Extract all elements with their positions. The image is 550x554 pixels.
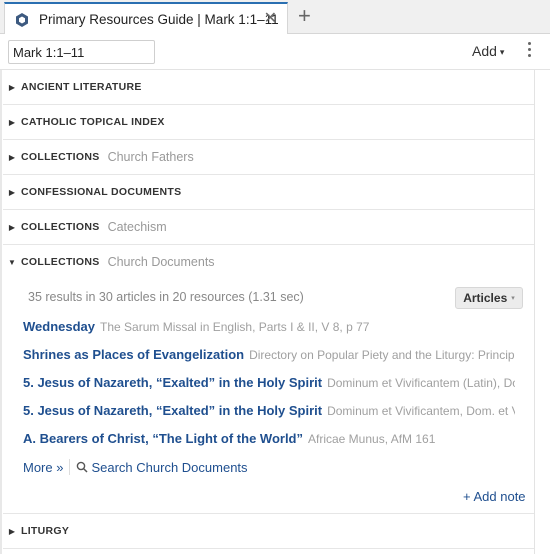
tab-primary-resources-guide[interactable]: Primary Resources Guide | Mark 1:1–11 ✕ <box>4 2 288 35</box>
section-header[interactable]: ▶ CATHOLIC TOPICAL INDEX <box>3 105 534 139</box>
result-title-link[interactable]: A. Bearers of Christ, “The Light of the … <box>23 431 303 446</box>
caret-down-icon: ▼ <box>8 257 16 267</box>
section-header[interactable]: ▶ COLLECTIONS Catechism <box>3 210 534 244</box>
caret-right-icon: ▶ <box>8 526 16 536</box>
caret-right-icon: ▶ <box>8 82 16 92</box>
divider <box>69 459 71 475</box>
section-header[interactable]: ▶ ANCIENT LITERATURE <box>3 70 534 104</box>
result-title-link[interactable]: 5. Jesus of Nazareth, “Exalted” in the H… <box>23 403 322 418</box>
section-title: LITURGY <box>21 525 70 537</box>
new-tab-icon[interactable]: + <box>298 4 311 28</box>
section-liturgy: ▶ LITURGY <box>3 514 534 549</box>
section-header[interactable]: ▶ LITURGY <box>3 514 534 548</box>
result-row: Shrines as Places of Evangelization Direc… <box>23 347 515 362</box>
guide-icon <box>13 11 31 29</box>
more-options-icon[interactable] <box>524 42 534 62</box>
section-subtitle: Church Documents <box>107 255 215 269</box>
section-title: COLLECTIONS <box>21 151 100 163</box>
caret-right-icon: ▶ <box>8 187 16 197</box>
add-note-link[interactable]: + Add note <box>463 489 526 504</box>
result-row: Wednesday The Sarum Missal in English, Pa… <box>23 319 515 334</box>
search-church-documents-link[interactable]: Search Church Documents <box>76 459 248 475</box>
section-title: CATHOLIC TOPICAL INDEX <box>21 116 165 128</box>
caret-right-icon: ▶ <box>8 117 16 127</box>
result-source: The Sarum Missal in English, Parts I & I… <box>100 320 370 334</box>
tab-title: Primary Resources Guide | Mark 1:1–11 <box>39 12 279 27</box>
result-title-link[interactable]: Shrines as Places of Evangelization <box>23 347 244 362</box>
panel-toolbar: Add▾ <box>0 34 550 70</box>
chevron-down-icon: ▾ <box>499 47 505 57</box>
section-catholic-topical-index: ▶ CATHOLIC TOPICAL INDEX <box>3 105 534 140</box>
result-source: Africae Munus, AfM 161 <box>308 432 436 446</box>
more-link[interactable]: More » <box>23 460 63 475</box>
section-header[interactable]: ▶ CONFESSIONAL DOCUMENTS <box>3 175 534 209</box>
results-summary: 35 results in 30 articles in 20 resource… <box>28 290 304 304</box>
caret-right-icon: ▶ <box>8 152 16 162</box>
section-title: COLLECTIONS <box>21 256 100 268</box>
section-title: ANCIENT LITERATURE <box>21 81 142 93</box>
panel-left-edge <box>0 70 2 554</box>
panel-right-edge <box>534 70 535 554</box>
result-title-link[interactable]: 5. Jesus of Nazareth, “Exalted” in the H… <box>23 375 322 390</box>
section-title: COLLECTIONS <box>21 221 100 233</box>
tab-bar: Primary Resources Guide | Mark 1:1–11 ✕ … <box>0 0 550 35</box>
chevron-down-icon: ▾ <box>511 295 515 302</box>
section-title: CONFESSIONAL DOCUMENTS <box>21 186 182 198</box>
articles-dropdown[interactable]: Articles ▾ <box>455 287 523 309</box>
more-row: More » Search Church Documents <box>23 459 248 475</box>
section-header[interactable]: ▼ COLLECTIONS Church Documents <box>3 245 534 279</box>
section-confessional-documents: ▶ CONFESSIONAL DOCUMENTS <box>3 175 534 210</box>
search-icon <box>77 461 88 473</box>
section-ancient-literature: ▶ ANCIENT LITERATURE <box>3 70 534 105</box>
section-header[interactable]: ▶ COLLECTIONS Church Fathers <box>3 140 534 174</box>
result-source: Dominum et Vivificantem (Latin), Dom. <box>327 376 515 390</box>
section-collections-catechism: ▶ COLLECTIONS Catechism <box>3 210 534 245</box>
close-icon[interactable]: ✕ <box>264 9 277 29</box>
add-label: Add <box>472 43 497 59</box>
reference-input[interactable] <box>8 40 155 64</box>
search-link-label: Search Church Documents <box>91 459 248 475</box>
section-collections-church-fathers: ▶ COLLECTIONS Church Fathers <box>3 140 534 175</box>
section-subtitle: Church Fathers <box>107 150 194 164</box>
caret-right-icon: ▶ <box>8 222 16 232</box>
result-row: A. Bearers of Christ, “The Light of the … <box>23 431 515 446</box>
section-subtitle: Catechism <box>107 220 167 234</box>
result-source: Directory on Popular Piety and the Litur… <box>249 348 515 362</box>
result-source: Dominum et Vivificantem, Dom. et Viv. 1 <box>327 404 515 418</box>
add-button[interactable]: Add ▾ <box>472 43 504 59</box>
result-row: 5. Jesus of Nazareth, “Exalted” in the H… <box>23 375 515 390</box>
result-row: 5. Jesus of Nazareth, “Exalted” in the H… <box>23 403 515 418</box>
articles-label: Articles <box>463 291 508 305</box>
result-title-link[interactable]: Wednesday <box>23 319 95 334</box>
